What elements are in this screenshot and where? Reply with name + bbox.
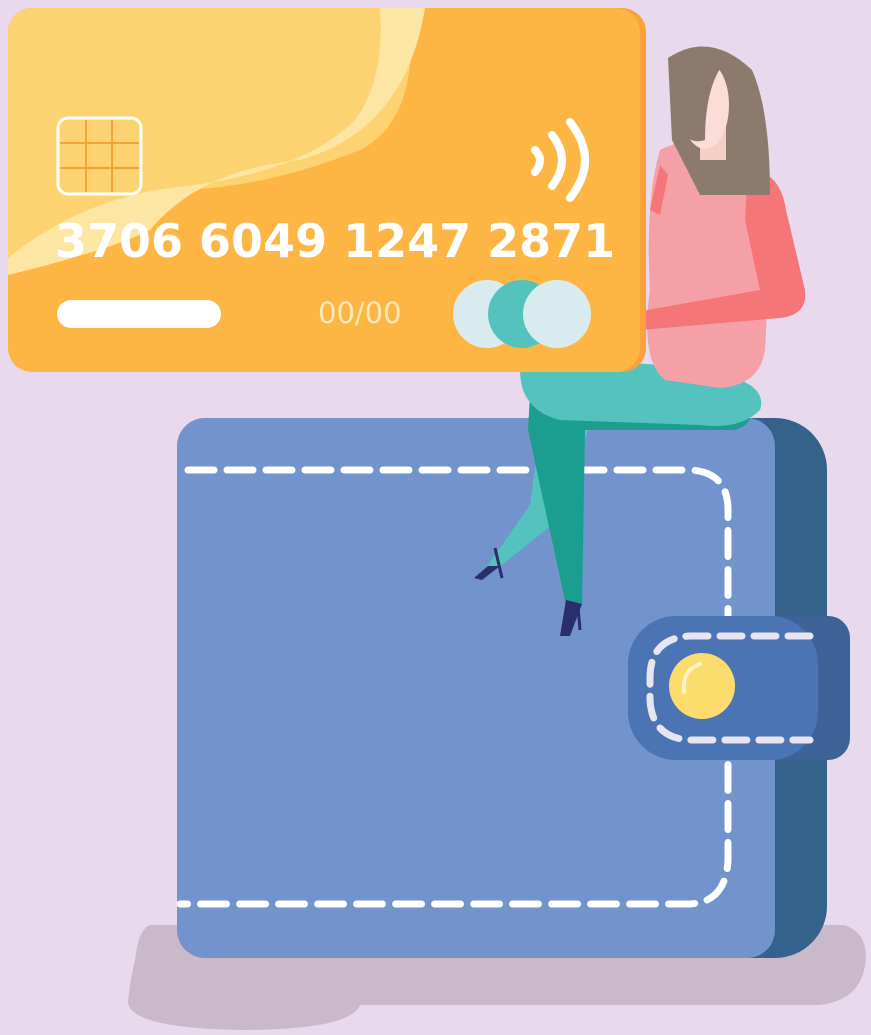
card-number: 3706 6049 1247 2871 (55, 214, 616, 268)
card-name-bar (57, 300, 221, 328)
clasp-button (669, 653, 735, 719)
illustration (8, 8, 866, 1030)
card-expiry: 00/00 (318, 296, 402, 330)
wallet (176, 418, 850, 958)
card-brand-icon (453, 280, 591, 348)
